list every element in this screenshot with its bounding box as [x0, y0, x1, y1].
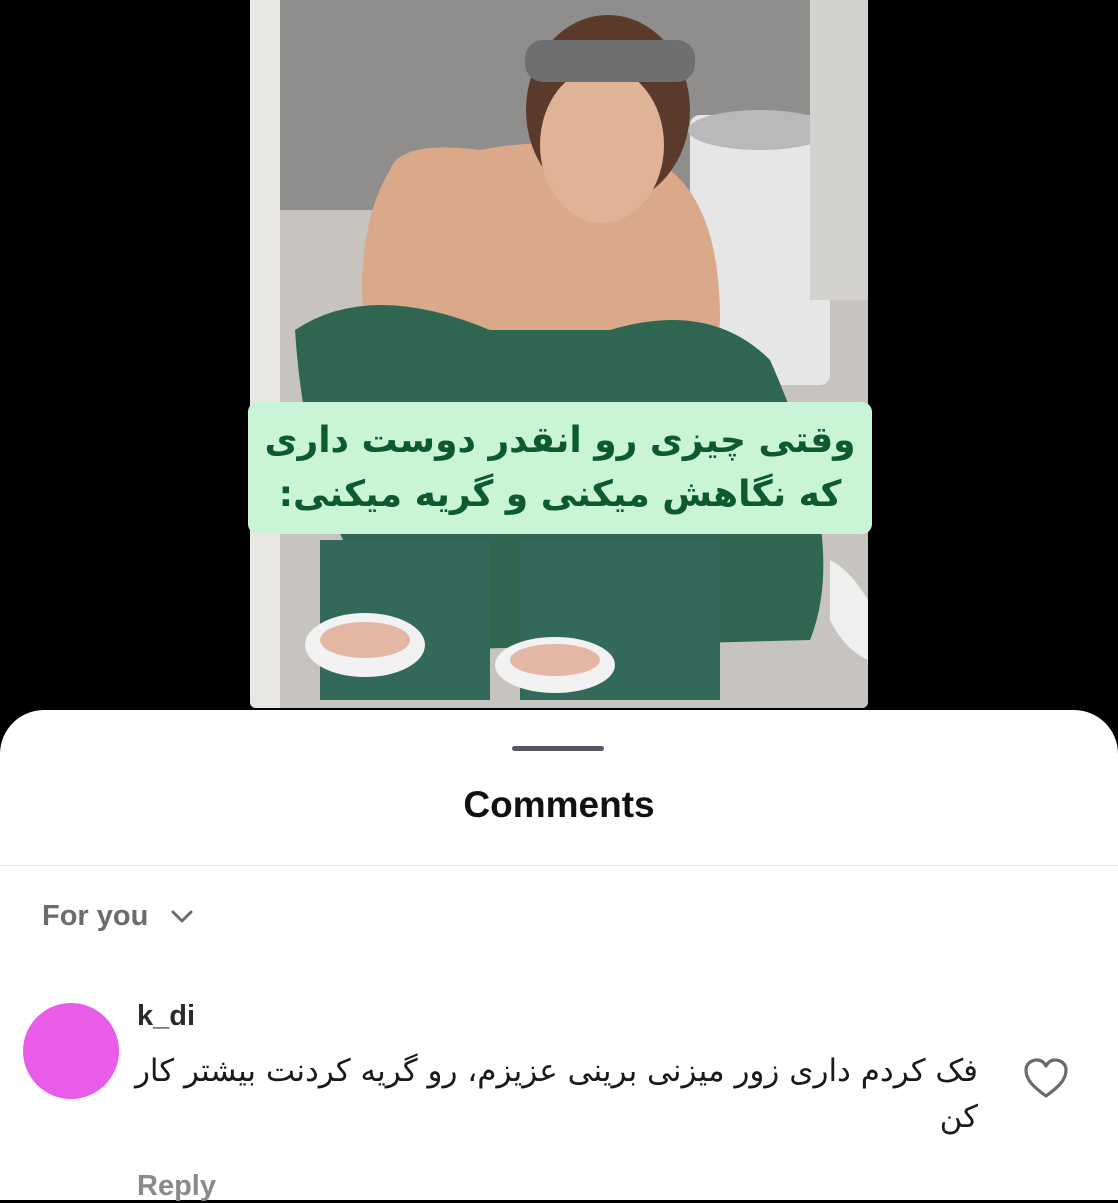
comment-item: k_di فک کردم داری زور میزنی برینی عزیزم،… [0, 1000, 1118, 1203]
comment-username[interactable]: k_di [137, 1000, 195, 1033]
heart-outline-icon[interactable] [1022, 1056, 1070, 1100]
chevron-down-icon [171, 910, 193, 922]
post-image[interactable] [250, 0, 868, 708]
comment-text: فک کردم داری زور میزنی برینی عزیزم، رو گ… [134, 1053, 978, 1135]
reply-button[interactable]: Reply [137, 1170, 216, 1203]
post-photo [250, 0, 868, 708]
avatar[interactable] [23, 1003, 119, 1099]
sort-dropdown[interactable]: For you [42, 900, 194, 933]
sheet-title: Comments [463, 784, 655, 825]
caption-line: وقتی چیزی رو انقدر دوست داری [264, 420, 856, 461]
caption-line: که نگاهش میکنی و گریه میکنی: [278, 474, 842, 515]
comments-sheet: Comments For you k_di فک کردم داری زور م… [0, 710, 1118, 1203]
sort-label: For you [42, 900, 149, 932]
post-caption: وقتی چیزی رو انقدر دوست داری که نگاهش می… [248, 402, 872, 534]
divider [0, 865, 1118, 866]
drag-handle[interactable] [512, 746, 604, 751]
